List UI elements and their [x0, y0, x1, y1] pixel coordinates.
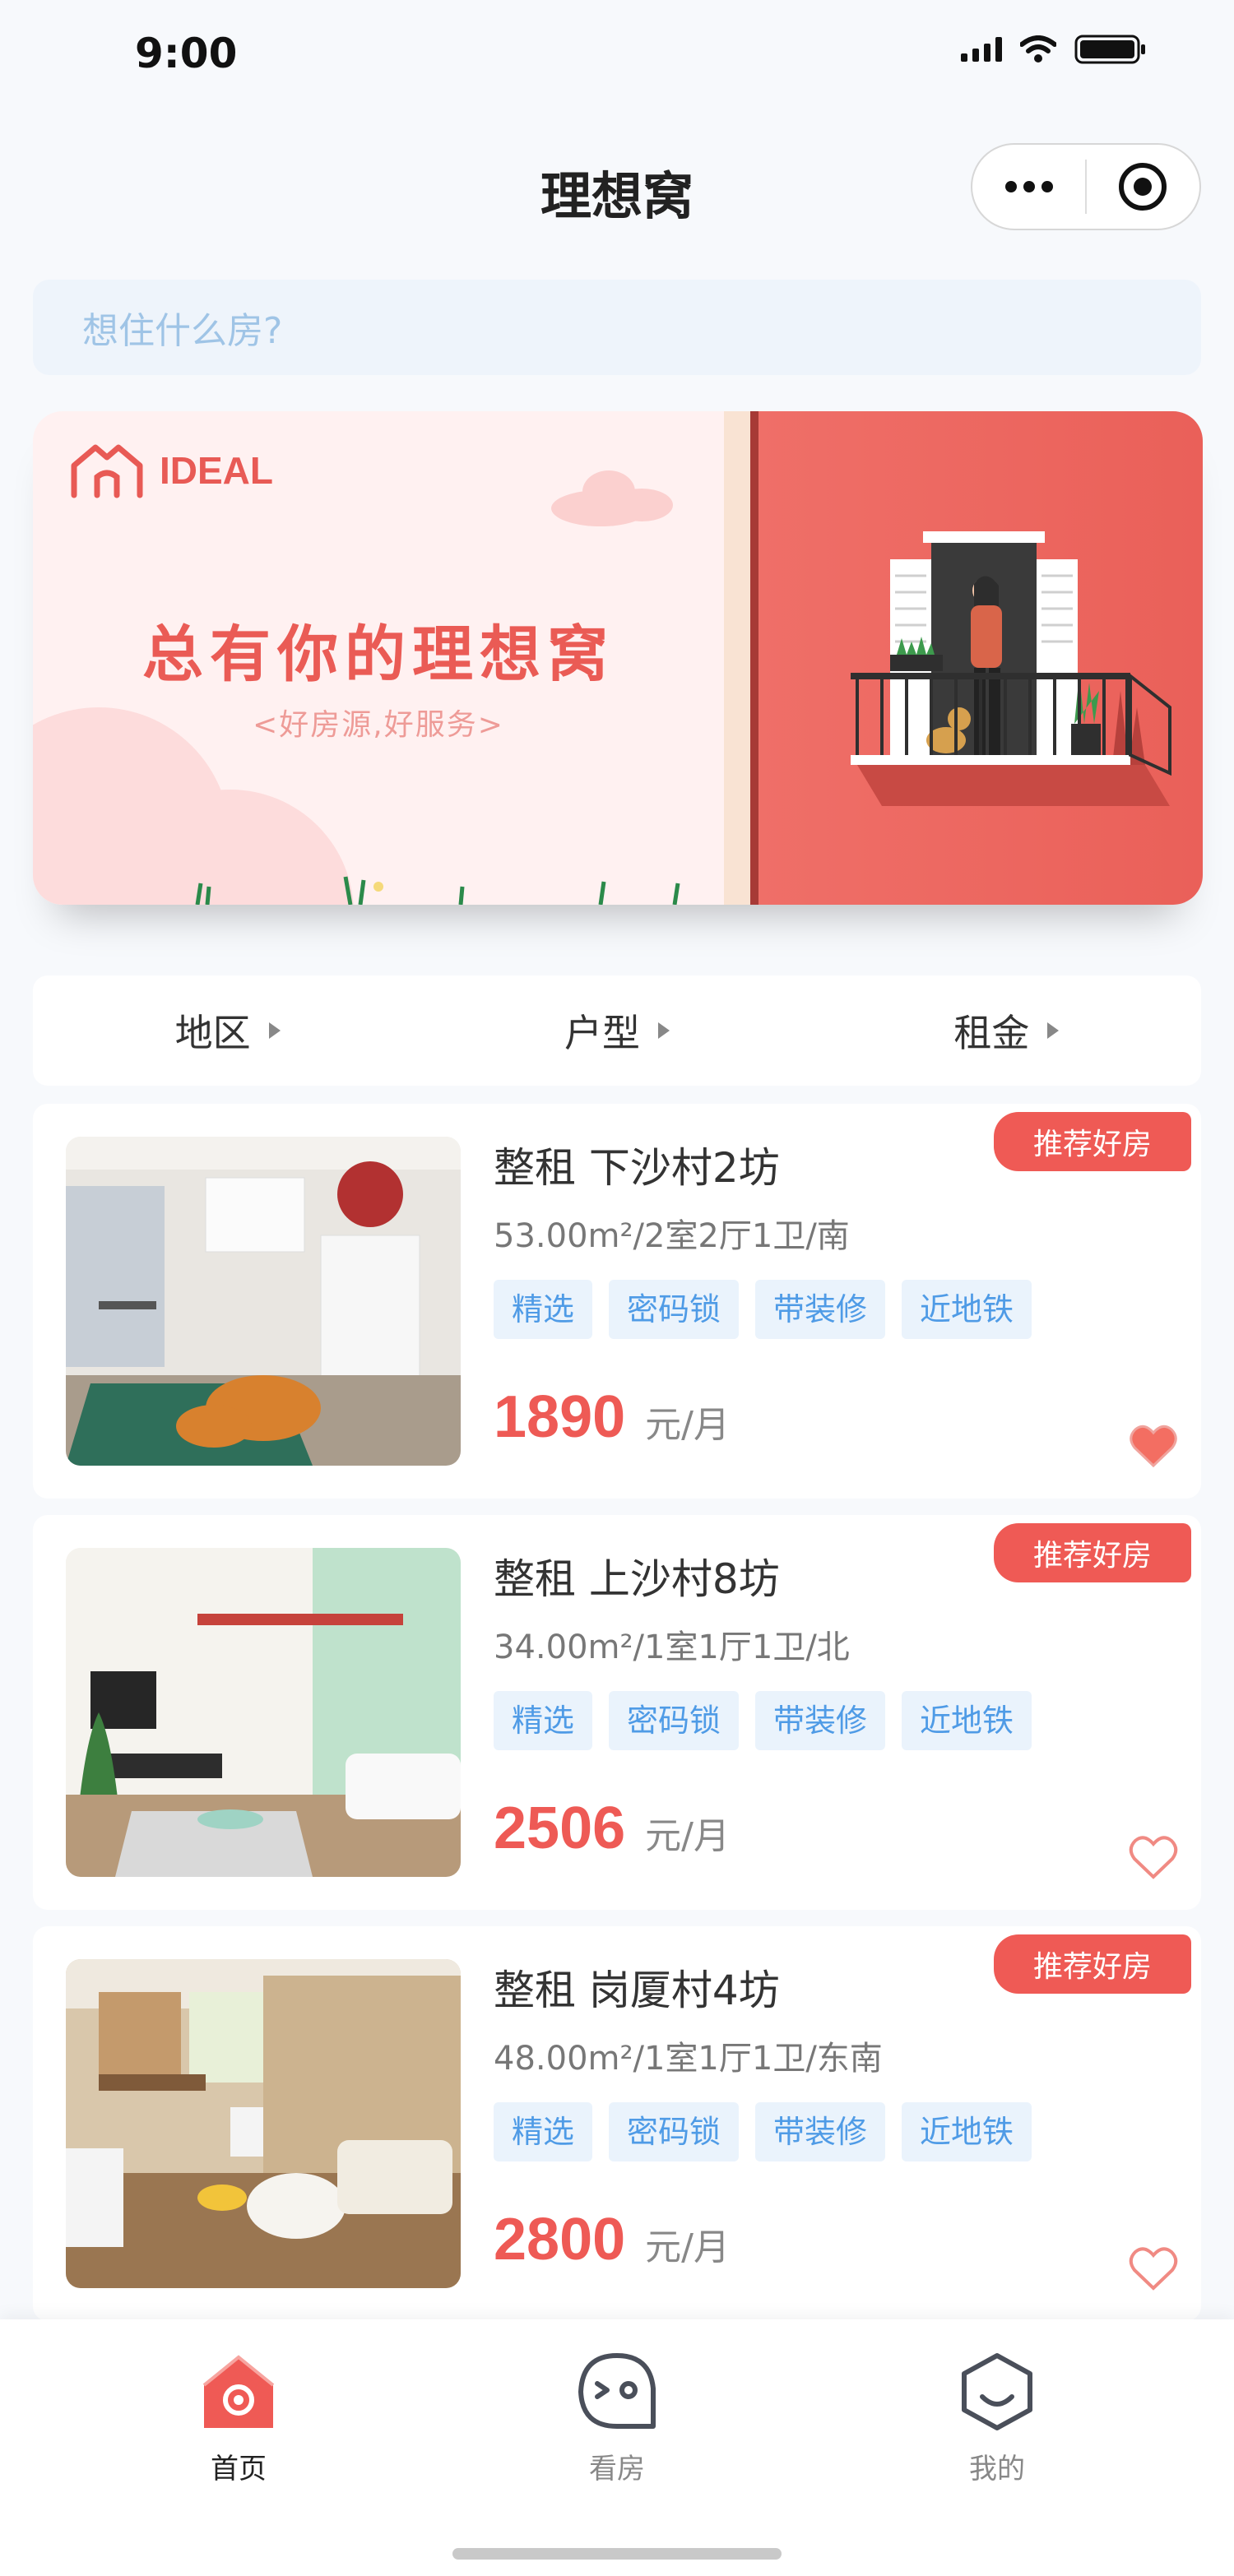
- status-time: 9:00: [135, 30, 238, 77]
- tag: 密码锁: [609, 1691, 740, 1750]
- recommend-badge: 推荐好房: [994, 1112, 1191, 1171]
- search-placeholder: 想住什么房?: [82, 310, 283, 352]
- search-input[interactable]: 想住什么房?: [33, 280, 1201, 375]
- filter-label: 租金: [953, 1011, 1030, 1055]
- tag: 带装修: [755, 2102, 886, 2161]
- heart-outline-icon[interactable]: [1129, 2245, 1178, 2291]
- recommend-badge: 推荐好房: [994, 1523, 1191, 1582]
- balcony-illustration: [851, 531, 1171, 806]
- filter-label: 户型: [564, 1011, 640, 1055]
- house-logo-icon: [71, 444, 143, 498]
- banner-left-panel: IDEAL 总有你的理想窝 <好房源,好服务>: [33, 411, 724, 905]
- filter-bar: 地区 户型 租金: [33, 975, 1201, 1086]
- target-icon: [1119, 163, 1167, 211]
- tab-label: 首页: [211, 2453, 267, 2486]
- tag: 近地铁: [902, 1280, 1032, 1339]
- listing-card[interactable]: 推荐好房 整租 下沙村2坊 53.00m²/2室2厅1卫/南 精选 密码锁 带装…: [33, 1104, 1201, 1499]
- listing-tags: 精选 密码锁 带装修 近地铁: [494, 1280, 1032, 1339]
- listing-price: 2800 元/月: [494, 2206, 730, 2273]
- caret-right-icon: [268, 1022, 281, 1039]
- profile-icon: [962, 2353, 1032, 2430]
- price-unit: 元/月: [645, 1404, 730, 1446]
- home-icon: [202, 2355, 275, 2428]
- filter-layout[interactable]: 户型: [422, 975, 811, 1086]
- price-value: 2800: [494, 2207, 626, 2273]
- promo-banner[interactable]: IDEAL 总有你的理想窝 <好房源,好服务>: [33, 411, 1203, 905]
- heart-outline-icon[interactable]: [1129, 1834, 1178, 1880]
- listing-photo: [66, 1548, 461, 1877]
- listing-tags: 精选 密码锁 带装修 近地铁: [494, 1691, 1032, 1750]
- banner-divider: [724, 411, 750, 905]
- nav-bar: 理想窝: [0, 123, 1234, 255]
- caret-right-icon: [657, 1022, 670, 1039]
- price-unit: 元/月: [645, 1815, 730, 1857]
- logo-text: IDEAL: [160, 449, 273, 492]
- tag: 近地铁: [902, 1691, 1032, 1750]
- recommend-badge: 推荐好房: [994, 1934, 1191, 1994]
- listing-title: 整租 下沙村2坊: [494, 1144, 780, 1192]
- tag: 近地铁: [902, 2102, 1032, 2161]
- view-house-icon: [578, 2353, 656, 2429]
- tab-label: 我的: [969, 2453, 1025, 2486]
- tag: 带装修: [755, 1691, 886, 1750]
- listing-photo: [66, 1959, 461, 2288]
- listing-title: 整租 上沙村8坊: [494, 1555, 780, 1603]
- price-unit: 元/月: [645, 2226, 730, 2268]
- listing-price: 2506 元/月: [494, 1795, 730, 1862]
- tab-bar: 首页 看房 我的: [0, 2319, 1234, 2576]
- caret-right-icon: [1047, 1022, 1060, 1039]
- listing-tags: 精选 密码锁 带装修 近地铁: [494, 2102, 1032, 2161]
- listing-meta: 48.00m²/1室1厅1卫/东南: [494, 2040, 883, 2078]
- price-value: 2506: [494, 1795, 626, 1861]
- listing-card[interactable]: 推荐好房 整租 岗厦村4坊 48.00m²/1室1厅1卫/东南 精选 密码锁 带…: [33, 1926, 1201, 2321]
- wifi-icon: [1020, 35, 1056, 63]
- status-icons: [961, 33, 1147, 66]
- status-bar: 9:00: [0, 0, 1234, 107]
- tag: 精选: [494, 1691, 593, 1750]
- banner-slogan: 总有你的理想窝: [142, 619, 615, 690]
- tab-home[interactable]: 首页: [156, 2352, 321, 2486]
- listing-card[interactable]: 推荐好房 整租 上沙村8坊 34.00m²/1室1厅1卫/北 精选 密码锁 带装…: [33, 1515, 1201, 1910]
- banner-divider-dark: [750, 411, 758, 905]
- tab-label: 看房: [589, 2453, 645, 2486]
- more-button[interactable]: [972, 145, 1085, 229]
- tab-view-house[interactable]: 看房: [535, 2352, 699, 2486]
- filter-label: 地区: [174, 1011, 251, 1055]
- listing-meta: 53.00m²/2室2厅1卫/南: [494, 1217, 850, 1255]
- home-indicator[interactable]: [452, 2548, 782, 2560]
- banner-sub-slogan: <好房源,好服务>: [253, 708, 504, 742]
- listing-title: 整租 岗厦村4坊: [494, 1967, 780, 2014]
- mini-program-capsule: [971, 143, 1201, 230]
- ideal-logo: IDEAL: [69, 441, 273, 500]
- battery-icon: [1074, 35, 1145, 64]
- filter-rent[interactable]: 租金: [812, 975, 1201, 1086]
- banner-right-panel: [758, 411, 1203, 905]
- tab-profile[interactable]: 我的: [915, 2352, 1079, 2486]
- listing-meta: 34.00m²/1室1厅1卫/北: [494, 1629, 850, 1666]
- signal-icon: [961, 37, 1002, 62]
- tag: 精选: [494, 2102, 593, 2161]
- listing-price: 1890 元/月: [494, 1383, 730, 1451]
- close-button[interactable]: [1087, 145, 1199, 229]
- tag: 密码锁: [609, 1280, 740, 1339]
- tag: 精选: [494, 1280, 593, 1339]
- tag: 密码锁: [609, 2102, 740, 2161]
- more-dots-icon: [1004, 181, 1017, 192]
- listing-photo: [66, 1137, 461, 1466]
- heart-filled-icon[interactable]: [1129, 1423, 1178, 1469]
- filter-region[interactable]: 地区: [33, 975, 422, 1086]
- price-value: 1890: [494, 1384, 626, 1450]
- tag: 带装修: [755, 1280, 886, 1339]
